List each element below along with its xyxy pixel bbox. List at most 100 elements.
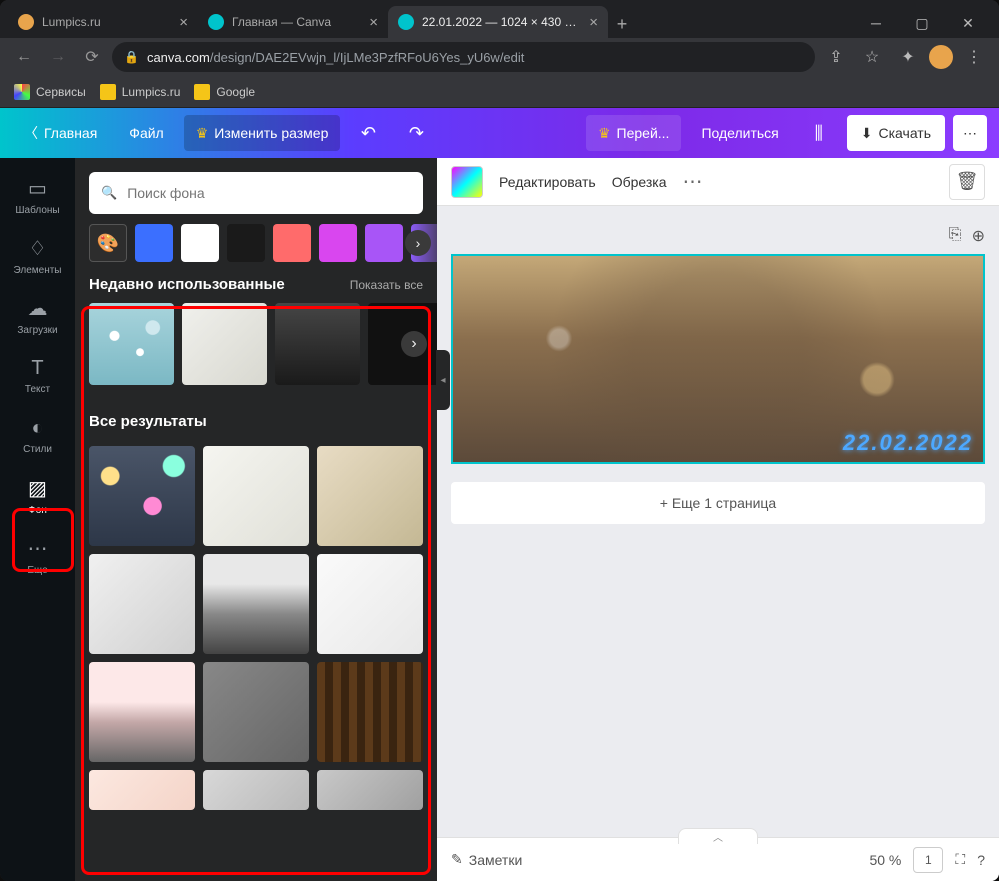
rail-elements[interactable]: ♢Элементы <box>0 226 75 286</box>
share-button[interactable]: Поделиться <box>689 115 790 151</box>
address-bar[interactable]: 🔒 canva.com/design/DAE2EVwjn_l/IjLMe3Pzf… <box>112 42 815 72</box>
new-tab-button[interactable]: + <box>608 10 636 38</box>
color-swatches: 🎨 › <box>75 224 437 262</box>
bg-thumbnail[interactable] <box>317 554 423 654</box>
canvas-viewport[interactable]: ⎘ ⊕ 22.02.2022 + Еще 1 страница <box>437 206 999 837</box>
window-close[interactable]: ✕ <box>945 8 991 38</box>
bookmark-item[interactable]: Google <box>194 84 255 100</box>
analytics-icon[interactable]: ⫼ <box>799 115 839 151</box>
design-canvas[interactable]: 22.02.2022 <box>451 254 985 464</box>
folder-icon <box>100 84 116 100</box>
tab-favicon <box>208 14 224 30</box>
redo-button[interactable]: ↷ <box>396 115 436 151</box>
bg-thumbnail[interactable] <box>89 662 195 762</box>
elements-icon: ♢ <box>29 236 47 261</box>
bookmark-label: Google <box>216 85 255 99</box>
rail-uploads[interactable]: ☁Загрузки <box>0 286 75 346</box>
search-input[interactable] <box>127 185 411 201</box>
more-button[interactable]: ⋯ <box>953 115 987 151</box>
file-button[interactable]: Файл <box>117 115 175 151</box>
bg-thumbnail[interactable] <box>317 662 423 762</box>
browser-tab-active[interactable]: 22.01.2022 — 1024 × 430 пикс × <box>388 6 608 38</box>
page-controls: ⎘ ⊕ <box>451 226 985 246</box>
add-page-icon[interactable]: ⊕ <box>972 226 985 246</box>
bg-thumbnail[interactable] <box>203 554 309 654</box>
browser-tabstrip: Lumpics.ru × Главная — Canva × 22.01.202… <box>0 0 999 38</box>
color-picker-button[interactable]: 🎨 <box>89 224 127 262</box>
rail-text[interactable]: TТекст <box>0 346 75 406</box>
rail-styles[interactable]: ◐Стили <box>0 406 75 466</box>
bg-thumbnail[interactable] <box>89 770 195 810</box>
bookmark-apps[interactable]: Сервисы <box>14 84 86 100</box>
color-swatch[interactable] <box>273 224 311 262</box>
bg-thumbnail[interactable] <box>203 662 309 762</box>
browser-tab[interactable]: Главная — Canva × <box>198 6 388 38</box>
delete-button[interactable]: 🗑 <box>949 164 985 200</box>
bg-thumbnail[interactable] <box>89 554 195 654</box>
recent-section: Недавно использованные Показать все › <box>75 262 437 399</box>
nav-back[interactable]: ← <box>10 43 38 71</box>
results-grid <box>75 446 437 824</box>
bg-thumbnail[interactable] <box>317 446 423 546</box>
rail-more[interactable]: ⋯Еще <box>0 526 75 586</box>
undo-button[interactable]: ↶ <box>348 115 388 151</box>
more-options-button[interactable]: ⋯ <box>683 169 705 194</box>
expand-handle[interactable]: ︿ <box>678 828 758 844</box>
bookmark-label: Lumpics.ru <box>122 85 181 99</box>
menu-icon[interactable]: ⋮ <box>959 42 989 72</box>
page-indicator[interactable]: 1 <box>913 847 943 873</box>
show-all-link[interactable]: Показать все <box>350 278 423 292</box>
bg-thumbnail[interactable] <box>89 303 174 385</box>
fill-color-button[interactable] <box>451 166 483 198</box>
tab-title: Главная — Canva <box>232 15 331 29</box>
color-swatch[interactable] <box>135 224 173 262</box>
tab-close-icon[interactable]: × <box>369 14 378 31</box>
folder-icon <box>194 84 210 100</box>
bookmark-item[interactable]: Lumpics.ru <box>100 84 181 100</box>
colors-next-button[interactable]: › <box>405 230 431 256</box>
more-icon: ⋯ <box>28 536 48 561</box>
tab-close-icon[interactable]: × <box>179 14 188 31</box>
zoom-level[interactable]: 50 % <box>869 852 901 868</box>
bg-thumbnail[interactable] <box>89 446 195 546</box>
search-bar[interactable]: 🔍 <box>89 172 423 214</box>
nav-reload[interactable]: ⟳ <box>78 43 106 71</box>
color-swatch[interactable] <box>365 224 403 262</box>
rail-templates[interactable]: ▭Шаблоны <box>0 166 75 226</box>
fullscreen-icon[interactable]: ⛶ <box>955 851 965 868</box>
crop-button[interactable]: Обрезка <box>612 174 667 190</box>
extensions-icon[interactable]: ✦ <box>893 42 923 72</box>
color-swatch[interactable] <box>227 224 265 262</box>
panel-collapse-handle[interactable]: ◂ <box>436 350 450 410</box>
section-title: Недавно использованные <box>89 276 285 293</box>
bg-thumbnail[interactable] <box>182 303 267 385</box>
profile-avatar[interactable] <box>929 45 953 69</box>
notes-button[interactable]: ✎Заметки <box>451 851 522 868</box>
download-button[interactable]: ⬇Скачать <box>847 115 945 151</box>
color-swatch[interactable] <box>319 224 357 262</box>
window-maximize[interactable]: ▢ <box>899 8 945 38</box>
help-icon[interactable]: ? <box>977 852 985 868</box>
share-icon[interactable]: ⇪ <box>821 42 851 72</box>
home-button[interactable]: 〈Главная <box>12 115 109 151</box>
resize-button[interactable]: ♛Изменить размер <box>184 115 341 151</box>
add-page-button[interactable]: + Еще 1 страница <box>451 482 985 524</box>
upgrade-button[interactable]: ♛Перей... <box>586 115 681 151</box>
edit-image-button[interactable]: Редактировать <box>499 174 596 190</box>
color-swatch[interactable] <box>181 224 219 262</box>
browser-tab[interactable]: Lumpics.ru × <box>8 6 198 38</box>
duplicate-page-icon[interactable]: ⎘ <box>949 226 962 246</box>
tab-close-icon[interactable]: × <box>589 14 598 31</box>
thumbs-next-button[interactable]: › <box>401 331 427 357</box>
bg-thumbnail[interactable] <box>203 770 309 810</box>
window-minimize[interactable]: ─ <box>853 8 899 38</box>
bookmark-star-icon[interactable]: ☆ <box>857 42 887 72</box>
crown-icon: ♛ <box>196 125 209 142</box>
bg-thumbnail[interactable] <box>203 446 309 546</box>
templates-icon: ▭ <box>28 176 47 201</box>
bg-thumbnail[interactable] <box>317 770 423 810</box>
nav-forward[interactable]: → <box>44 43 72 71</box>
bg-thumbnail[interactable] <box>275 303 360 385</box>
rail-background[interactable]: ▨Фон <box>0 466 75 526</box>
search-icon: 🔍 <box>101 185 117 201</box>
